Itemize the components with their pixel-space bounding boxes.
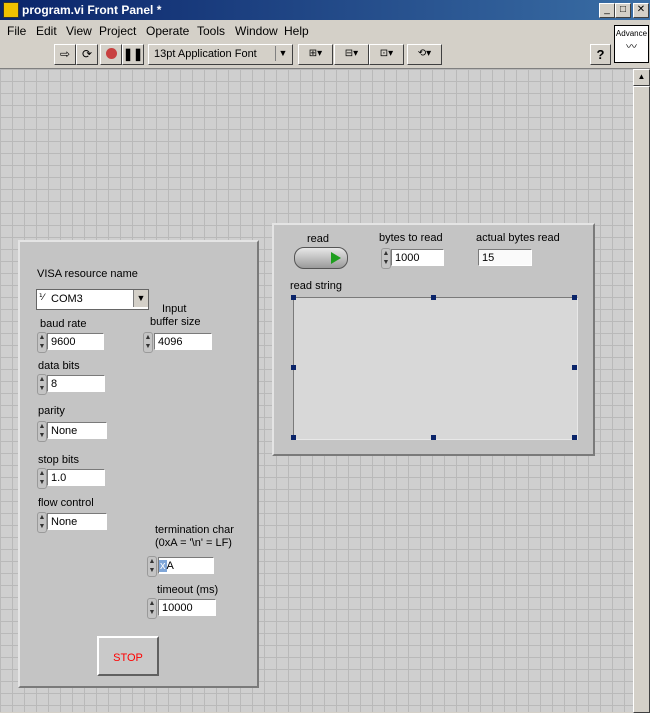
close-button[interactable]: ✕ [633, 3, 649, 18]
read-string-label: read string [290, 280, 342, 292]
labview-app-icon [3, 2, 19, 18]
data-bits-label: data bits [38, 360, 80, 372]
run-continuously-icon[interactable]: ⟳ [76, 44, 98, 65]
selection-handle[interactable] [291, 365, 296, 370]
data-bits-field[interactable]: 8 [47, 375, 105, 392]
maximize-button[interactable]: □ [615, 3, 631, 18]
buffer-size-label-2: buffer size [150, 316, 201, 328]
waveform-icon: 〰 [626, 41, 637, 53]
run-arrow-icon[interactable]: ⇨ [54, 44, 76, 65]
stop-bits-spinner[interactable]: ▲ ▼ [37, 468, 47, 489]
vi-icon[interactable]: Advance 〰 [614, 25, 649, 63]
bytes-to-read-field[interactable]: 1000 [391, 249, 444, 266]
abort-button[interactable] [100, 44, 122, 65]
buffer-size-field[interactable]: 4096 [154, 333, 212, 350]
parity-field[interactable]: None [47, 422, 107, 439]
menu-edit[interactable]: Edit [36, 24, 57, 38]
chevron-down-icon: ▼ [133, 290, 148, 307]
selection-handle[interactable] [572, 365, 577, 370]
pause-button[interactable]: ❚❚ [122, 44, 144, 65]
termination-char-field[interactable]: xA [158, 557, 214, 574]
scroll-up-icon[interactable]: ▲ [633, 69, 650, 86]
hex-radix-indicator: x [159, 560, 167, 572]
selection-handle[interactable] [572, 435, 577, 440]
selection-handle[interactable] [431, 295, 436, 300]
menu-tools[interactable]: Tools [197, 24, 225, 38]
help-button[interactable]: ? [590, 44, 611, 65]
read-string-indicator[interactable] [293, 297, 578, 440]
termination-char-spinner[interactable]: ▲ ▼ [147, 556, 157, 577]
resize-objects-icon[interactable]: ⊡▾ [369, 44, 404, 65]
abort-icon [105, 48, 117, 59]
visa-resource-value: COM3 [51, 293, 83, 305]
visa-resource-combo[interactable]: ⅟ COM3 ▼ [36, 289, 149, 310]
title-bar: program.vi Front Panel * _ □ ✕ [0, 0, 650, 20]
bytes-to-read-label: bytes to read [379, 232, 443, 244]
termination-char-label-1: termination char [155, 524, 234, 536]
selection-handle[interactable] [572, 295, 577, 300]
termination-char-label-2: (0xA = '\n' = LF) [155, 537, 232, 549]
window-title: program.vi Front Panel * [22, 3, 162, 17]
flow-control-field[interactable]: None [47, 513, 107, 530]
selection-handle[interactable] [431, 435, 436, 440]
buffer-size-spinner[interactable]: ▲ ▼ [143, 332, 153, 353]
stop-bits-field[interactable]: 1.0 [47, 469, 105, 486]
actual-bytes-read-field: 15 [478, 249, 532, 266]
pause-icon: ❚❚ [123, 47, 144, 61]
buffer-size-label-1: Input [162, 303, 187, 315]
timeout-field[interactable]: 10000 [158, 599, 216, 616]
termination-char-value: A [166, 560, 174, 572]
minimize-button[interactable]: _ [599, 3, 615, 18]
baud-rate-field[interactable]: 9600 [47, 333, 104, 350]
menu-window[interactable]: Window [235, 24, 278, 38]
scroll-thumb[interactable] [633, 86, 650, 713]
font-select[interactable]: 13pt Application Font ▼ [148, 44, 293, 65]
timeout-spinner[interactable]: ▲ ▼ [147, 598, 157, 619]
read-button-label: read [307, 233, 330, 245]
distribute-objects-icon[interactable]: ⊟▾ [334, 44, 369, 65]
toolbar: ⇨ ⟳ ❚❚ 13pt Application Font ▼ ⊞▾ ⊟▾ ⊡▾ … [0, 40, 650, 69]
menu-operate[interactable]: Operate [146, 24, 189, 38]
flow-control-spinner[interactable]: ▲ ▼ [37, 512, 47, 533]
bytes-to-read-spinner[interactable]: ▲ ▼ [381, 248, 391, 269]
actual-bytes-read-label: actual bytes read [476, 232, 560, 244]
menu-help[interactable]: Help [284, 24, 309, 38]
reorder-icon[interactable]: ⟲▾ [407, 44, 442, 65]
stop-button[interactable]: STOP [97, 636, 159, 676]
menu-project[interactable]: Project [99, 24, 136, 38]
data-bits-spinner[interactable]: ▲ ▼ [37, 374, 47, 395]
timeout-label: timeout (ms) [157, 584, 219, 596]
menu-file[interactable]: File [7, 24, 26, 38]
selection-handle[interactable] [291, 295, 296, 300]
parity-label: parity [38, 405, 65, 417]
read-button[interactable] [294, 247, 348, 269]
parity-spinner[interactable]: ▲ ▼ [37, 421, 47, 442]
align-objects-icon[interactable]: ⊞▾ [298, 44, 333, 65]
baud-rate-label: baud rate [40, 318, 87, 330]
vertical-scrollbar[interactable]: ▲ [633, 69, 650, 713]
font-select-value: 13pt Application Font [154, 48, 257, 60]
vi-icon-label: Advance [615, 29, 648, 38]
play-led-icon [331, 252, 341, 264]
baud-rate-spinner[interactable]: ▲ ▼ [37, 332, 47, 353]
flow-control-label: flow control [38, 497, 94, 509]
menu-view[interactable]: View [66, 24, 92, 38]
menu-bar: File Edit View Project Operate Tools Win… [0, 20, 650, 40]
chevron-down-icon: ▼ [275, 46, 290, 61]
selection-handle[interactable] [291, 435, 296, 440]
stop-bits-label: stop bits [38, 454, 79, 466]
visa-resource-label: VISA resource name [37, 268, 138, 280]
visa-io-icon: ⅟ [39, 292, 45, 302]
